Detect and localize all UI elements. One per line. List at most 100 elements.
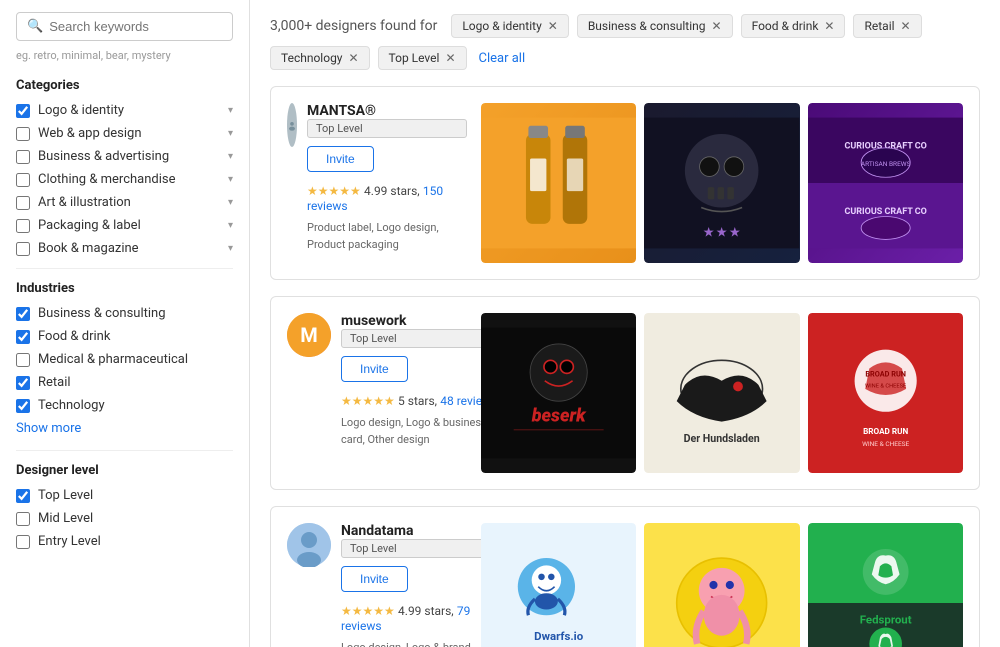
- industry-medical-checkbox[interactable]: [16, 353, 30, 367]
- filter-tag-business-consulting[interactable]: Business & consulting ✕: [577, 14, 733, 38]
- filter-tag-top-level[interactable]: Top Level ✕: [378, 46, 467, 70]
- designer-card-nandatama: Nandatama Top Level Invite ★★★★★ 4.99 st…: [270, 506, 980, 647]
- category-packaging-checkbox[interactable]: [16, 219, 30, 233]
- industry-food-drink[interactable]: Food & drink: [16, 329, 233, 344]
- chevron-down-icon: ▾: [228, 197, 233, 208]
- search-icon: 🔍: [27, 19, 43, 34]
- category-logo-identity[interactable]: Logo & identity ▾: [16, 103, 233, 118]
- chevron-down-icon: ▾: [228, 151, 233, 162]
- results-count: 3,000+ designers found for: [270, 18, 437, 34]
- avatar-musework: M: [287, 313, 331, 357]
- industry-business-consulting-checkbox[interactable]: [16, 307, 30, 321]
- invite-button-musework[interactable]: Invite: [341, 356, 408, 382]
- level-mid-checkbox[interactable]: [16, 512, 30, 526]
- filter-tag-technology[interactable]: Technology ✕: [270, 46, 370, 70]
- designer-info-musework: musework Top Level Invite ★★★★★ 5 stars,…: [341, 313, 501, 448]
- level-entry[interactable]: Entry Level: [16, 534, 233, 549]
- category-art-checkbox[interactable]: [16, 196, 30, 210]
- filter-tag-technology-label: Technology: [281, 51, 342, 65]
- category-clothing-checkbox[interactable]: [16, 173, 30, 187]
- level-top-label: Top Level: [38, 488, 93, 503]
- industry-business-consulting[interactable]: Business & consulting: [16, 306, 233, 321]
- category-logo-identity-checkbox[interactable]: [16, 104, 30, 118]
- industry-retail[interactable]: Retail: [16, 375, 233, 390]
- industry-technology-checkbox[interactable]: [16, 399, 30, 413]
- industry-food-drink-checkbox[interactable]: [16, 330, 30, 344]
- close-icon[interactable]: ✕: [901, 19, 911, 33]
- svg-text:★ ★ ★: ★ ★ ★: [704, 225, 740, 239]
- category-packaging[interactable]: Packaging & label ▾: [16, 218, 233, 233]
- close-icon[interactable]: ✕: [445, 51, 455, 65]
- portfolio-mantsa: ★ ★ ★ CURIOUS CRAFT CO ARTISAN BREWS: [481, 103, 963, 263]
- filter-tag-logo-identity-label: Logo & identity: [462, 19, 541, 33]
- category-book[interactable]: Book & magazine ▾: [16, 241, 233, 256]
- portfolio-img-nandatama-2: La Suide Chick: [644, 523, 799, 647]
- svg-text:Der Hundsladen: Der Hundsladen: [684, 432, 760, 445]
- filter-tag-food-drink-label: Food & drink: [752, 19, 819, 33]
- invite-button-nandatama[interactable]: Invite: [341, 566, 408, 592]
- category-clothing[interactable]: Clothing & merchandise ▾: [16, 172, 233, 187]
- category-book-label: Book & magazine: [38, 241, 139, 256]
- stars-nandatama: ★★★★★: [341, 604, 395, 618]
- divider: [16, 268, 233, 269]
- portfolio-img-mantsa-2: ★ ★ ★: [644, 103, 799, 263]
- close-icon[interactable]: ✕: [712, 19, 722, 33]
- category-business-advertising[interactable]: Business & advertising ▾: [16, 149, 233, 164]
- show-more-button[interactable]: Show more: [16, 421, 233, 436]
- industries-title: Industries: [16, 281, 233, 296]
- invite-button-mantsa[interactable]: Invite: [307, 146, 374, 172]
- designer-tags-musework: Logo design, Logo & business card, Other…: [341, 415, 501, 448]
- level-mid[interactable]: Mid Level: [16, 511, 233, 526]
- category-web-app-checkbox[interactable]: [16, 127, 30, 141]
- svg-text:Fedsprout: Fedsprout: [859, 612, 911, 626]
- level-badge-musework: Top Level: [341, 329, 501, 348]
- search-input[interactable]: [49, 19, 222, 34]
- chevron-down-icon: ▾: [228, 128, 233, 139]
- chevron-down-icon: ▾: [228, 105, 233, 116]
- designer-name-musework: musework: [341, 313, 501, 329]
- filter-tag-logo-identity[interactable]: Logo & identity ✕: [451, 14, 569, 38]
- category-clothing-label: Clothing & merchandise: [38, 172, 176, 187]
- main-content: 3,000+ designers found for Logo & identi…: [250, 0, 1000, 647]
- avatar-mantsa: [287, 103, 297, 147]
- chevron-down-icon: ▾: [228, 243, 233, 254]
- level-mid-label: Mid Level: [38, 511, 93, 526]
- category-art[interactable]: Art & illustration ▾: [16, 195, 233, 210]
- category-business-advertising-checkbox[interactable]: [16, 150, 30, 164]
- industry-technology[interactable]: Technology: [16, 398, 233, 413]
- level-entry-checkbox[interactable]: [16, 535, 30, 549]
- rating-nandatama: 4.99 stars,: [398, 604, 454, 618]
- portfolio-musework: beserk Der Hundsladen: [481, 313, 963, 473]
- category-web-app-label: Web & app design: [38, 126, 142, 141]
- rating-mantsa: 4.99 stars,: [364, 184, 420, 198]
- category-book-checkbox[interactable]: [16, 242, 30, 256]
- portfolio-img-mantsa-1: [481, 103, 636, 263]
- portfolio-img-musework-3: BROAD RUN WINE & CHEESE BROAD RUN WINE &…: [808, 313, 963, 473]
- industry-retail-checkbox[interactable]: [16, 376, 30, 390]
- portfolio-img-mantsa-3: CURIOUS CRAFT CO ARTISAN BREWS CURIOUS C…: [808, 103, 963, 263]
- designer-name-nandatama: Nandatama: [341, 523, 501, 539]
- clear-all-button[interactable]: Clear all: [479, 51, 526, 66]
- close-icon[interactable]: ✕: [824, 19, 834, 33]
- sidebar: 🔍 eg. retro, minimal, bear, mystery Cate…: [0, 0, 250, 647]
- svg-text:Dwarfs.io: Dwarfs.io: [534, 629, 584, 643]
- svg-text:BROAD RUN: BROAD RUN: [865, 370, 906, 379]
- close-icon[interactable]: ✕: [548, 19, 558, 33]
- close-icon[interactable]: ✕: [348, 51, 358, 65]
- filter-tag-retail-label: Retail: [864, 19, 894, 33]
- category-web-app[interactable]: Web & app design ▾: [16, 126, 233, 141]
- level-top[interactable]: Top Level: [16, 488, 233, 503]
- filter-tag-top-level-label: Top Level: [389, 51, 440, 65]
- category-packaging-label: Packaging & label: [38, 218, 141, 233]
- search-box: 🔍: [16, 12, 233, 41]
- industry-business-consulting-label: Business & consulting: [38, 306, 166, 321]
- category-art-label: Art & illustration: [38, 195, 131, 210]
- category-business-advertising-label: Business & advertising: [38, 149, 169, 164]
- portfolio-img-musework-1: beserk: [481, 313, 636, 473]
- filter-tag-food-drink[interactable]: Food & drink ✕: [741, 14, 846, 38]
- level-top-checkbox[interactable]: [16, 489, 30, 503]
- categories-title: Categories: [16, 78, 233, 93]
- portfolio-nandatama: Dwarfs.io Growing Big By Thinking The Sm…: [481, 523, 963, 647]
- filter-tag-retail[interactable]: Retail ✕: [853, 14, 921, 38]
- industry-medical[interactable]: Medical & pharmaceutical: [16, 352, 233, 367]
